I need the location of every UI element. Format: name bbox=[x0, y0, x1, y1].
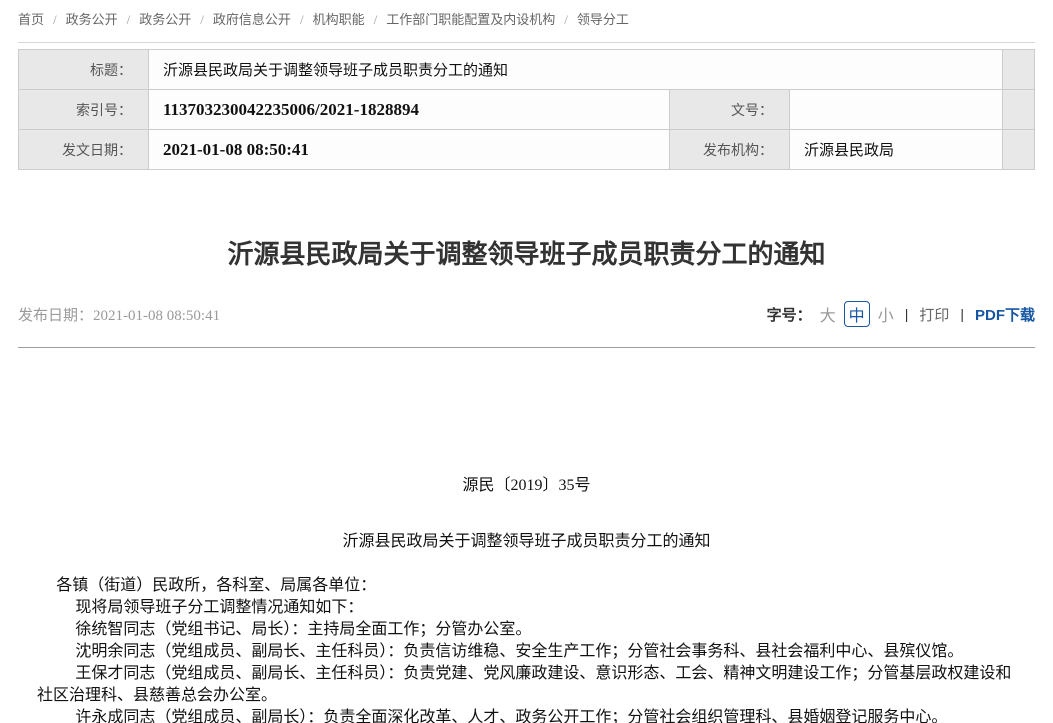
table-spacer-cell bbox=[1003, 130, 1035, 170]
font-size-small-button[interactable]: 小 bbox=[878, 302, 894, 326]
breadcrumb-item-6[interactable]: 工作部门职能配置及内设机构 bbox=[386, 12, 555, 27]
title-value: 沂源县民政局关于调整领导班子成员职责分工的通知 bbox=[149, 50, 1003, 90]
issue-date-label: 发文日期： bbox=[19, 130, 149, 170]
breadcrumb-item-5[interactable]: 机构职能 bbox=[313, 12, 365, 27]
breadcrumb-item-2[interactable]: 政务公开 bbox=[66, 12, 118, 27]
table-row: 发文日期： 2021-01-08 08:50:41 发布机构： 沂源县民政局 bbox=[19, 130, 1035, 170]
index-number-label: 索引号： bbox=[19, 90, 149, 130]
doc-paragraphs: 各镇（街道）民政所，各科室、局属各单位：现将局领导班子分工调整情况通知如下：徐统… bbox=[37, 575, 1016, 723]
doc-number-line: 源民〔2019〕35号 bbox=[37, 475, 1016, 497]
table-spacer-cell bbox=[1003, 90, 1035, 130]
doc-paragraph: 许永成同志（党组成员、副局长）：负责全面深化改革、人才、政务公开工作；分管社会组… bbox=[37, 707, 1016, 723]
doc-title-line: 沂源县民政局关于调整领导班子成员职责分工的通知 bbox=[37, 531, 1016, 553]
doc-number-value bbox=[789, 90, 1002, 130]
breadcrumb-item-4[interactable]: 政府信息公开 bbox=[213, 12, 291, 27]
breadcrumb-item-7[interactable]: 领导分工 bbox=[577, 12, 629, 27]
table-spacer-cell bbox=[1003, 50, 1035, 90]
print-button[interactable]: 打印 bbox=[919, 304, 949, 325]
publish-date-label: 发布日期： bbox=[18, 308, 93, 324]
font-size-label: 字号： bbox=[767, 304, 812, 325]
table-row: 索引号： 113703230042235006/2021-1828894 文号： bbox=[19, 90, 1035, 130]
publisher-label: 发布机构： bbox=[669, 130, 789, 170]
breadcrumb-separator: / bbox=[300, 12, 304, 27]
doc-paragraph: 各镇（街道）民政所，各科室、局属各单位： bbox=[37, 575, 1016, 597]
pdf-download-button[interactable]: PDF下载 bbox=[975, 304, 1035, 325]
meta-bar: 发布日期：2021-01-08 08:50:41 字号： 大 中 小 | 打印 … bbox=[18, 301, 1035, 327]
font-size-medium-button[interactable]: 中 bbox=[844, 301, 870, 327]
issue-date-value: 2021-01-08 08:50:41 bbox=[149, 130, 670, 170]
breadcrumb-separator: / bbox=[53, 12, 57, 27]
doc-paragraph: 沈明余同志（党组成员、副局长、主任科员）：负责信访维稳、安全生产工作；分管社会事… bbox=[37, 641, 1016, 663]
toolbar-separator: | bbox=[960, 306, 964, 322]
publish-date-value: 2021-01-08 08:50:41 bbox=[93, 308, 220, 324]
breadcrumb-separator: / bbox=[127, 12, 131, 27]
article-toolbar: 字号： 大 中 小 | 打印 | PDF下载 bbox=[767, 301, 1035, 327]
document-info-table: 标题： 沂源县民政局关于调整领导班子成员职责分工的通知 索引号： 1137032… bbox=[18, 49, 1035, 170]
doc-paragraph: 王保才同志（党组成员、副局长、主任科员）：负责党建、党风廉政建设、意识形态、工会… bbox=[37, 663, 1016, 707]
breadcrumb: 首页 / 政务公开 / 政务公开 / 政府信息公开 / 机构职能 / 工作部门职能配置及内设机构 / 领… bbox=[18, 0, 1035, 43]
breadcrumb-separator: / bbox=[564, 12, 568, 27]
breadcrumb-item-3[interactable]: 政务公开 bbox=[139, 12, 191, 27]
publish-date: 发布日期：2021-01-08 08:50:41 bbox=[18, 304, 220, 325]
title-label: 标题： bbox=[19, 50, 149, 90]
font-size-large-button[interactable]: 大 bbox=[820, 302, 836, 326]
index-number-value: 113703230042235006/2021-1828894 bbox=[149, 90, 670, 130]
table-row: 标题： 沂源县民政局关于调整领导班子成员职责分工的通知 bbox=[19, 50, 1035, 90]
doc-number-label: 文号： bbox=[669, 90, 789, 130]
breadcrumb-separator: / bbox=[200, 12, 204, 27]
breadcrumb-item-1[interactable]: 首页 bbox=[18, 12, 44, 27]
toolbar-separator: | bbox=[905, 306, 909, 322]
publisher-value: 沂源县民政局 bbox=[789, 130, 1002, 170]
doc-paragraph: 现将局领导班子分工调整情况通知如下： bbox=[37, 597, 1016, 619]
document-body: 源民〔2019〕35号 沂源县民政局关于调整领导班子成员职责分工的通知 各镇（街… bbox=[18, 475, 1035, 723]
breadcrumb-separator: / bbox=[374, 12, 378, 27]
content-divider bbox=[18, 347, 1035, 348]
page-title: 沂源县民政局关于调整领导班子成员职责分工的通知 bbox=[18, 234, 1035, 271]
doc-paragraph: 徐统智同志（党组书记、局长）：主持局全面工作；分管办公室。 bbox=[37, 619, 1016, 641]
page: 首页 / 政务公开 / 政务公开 / 政府信息公开 / 机构职能 / 工作部门职能配置及内设机构 / 领… bbox=[0, 0, 1053, 723]
